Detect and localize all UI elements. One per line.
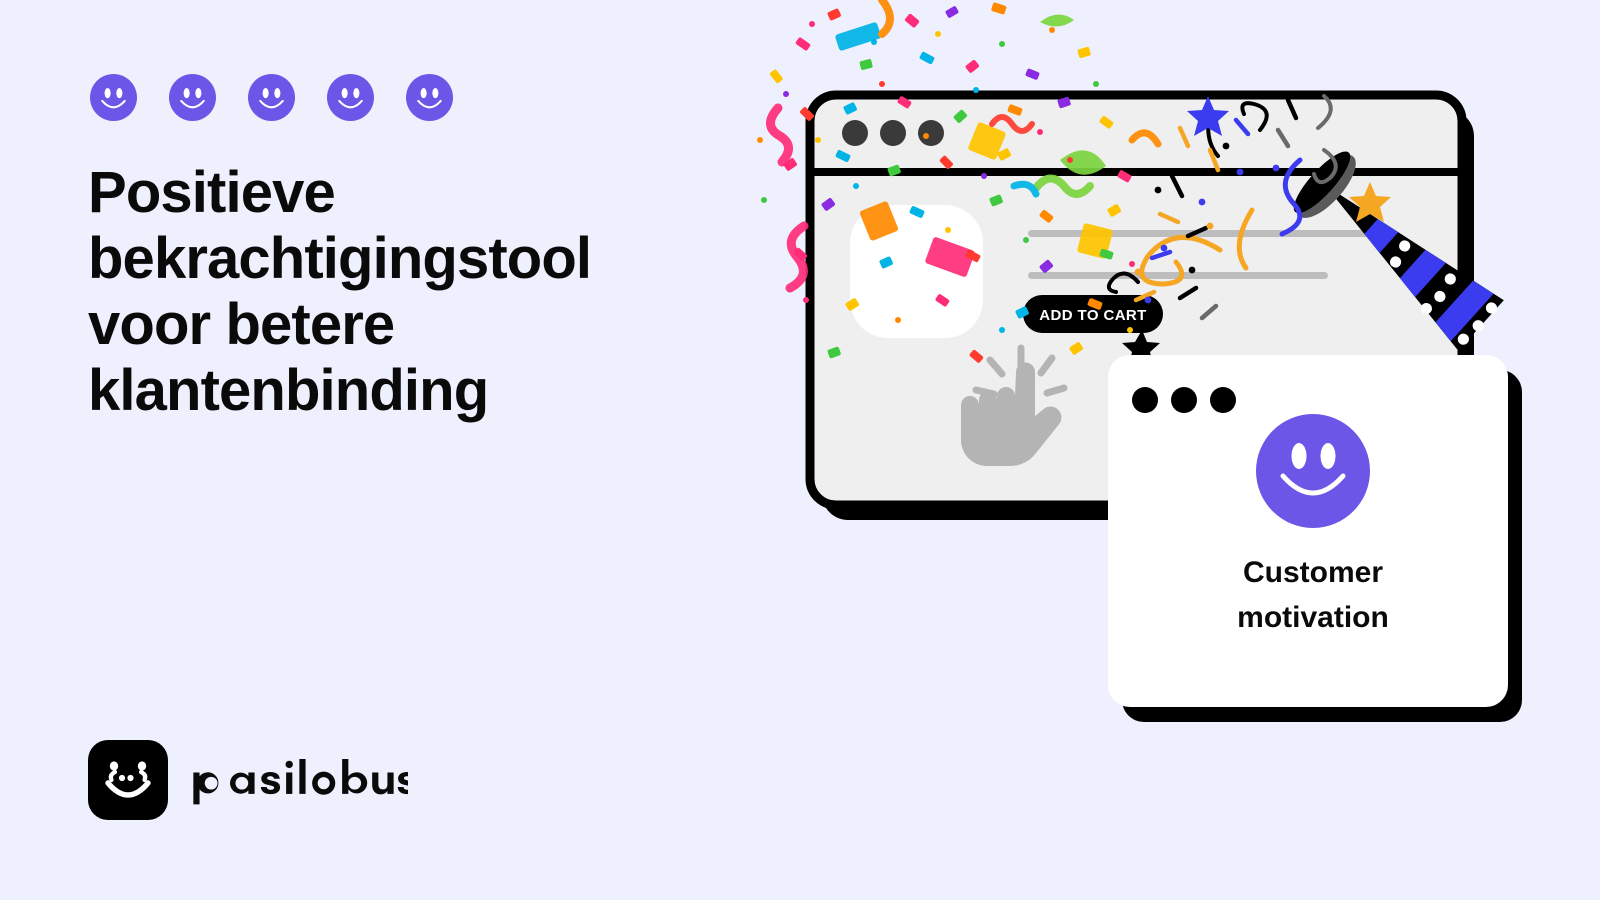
motivation-card-title-line-2: motivation [1237, 601, 1389, 634]
rating-smiley-row [90, 74, 453, 121]
hero-illustration: ADD TO CART Customer motivation [740, 0, 1600, 900]
smiley-icon [1256, 414, 1370, 528]
smiley-icon [169, 74, 216, 121]
smiling-face-logo-icon [88, 740, 168, 820]
hero-left-panel: Positieve bekrachtigingstool voor betere… [0, 0, 760, 900]
page-title: Positieve bekrachtigingstool voor betere… [88, 160, 592, 424]
brand-wordmark [193, 759, 409, 805]
motivation-card-traffic-lights[interactable] [1132, 387, 1236, 413]
traffic-light-dot[interactable] [1132, 387, 1158, 413]
browser-traffic-lights[interactable] [842, 120, 944, 146]
brand-logo [88, 740, 409, 820]
add-to-cart-label: ADD TO CART [1039, 307, 1146, 324]
illustration-canvas: ADD TO CART Customer motivation [757, 0, 1522, 722]
smiley-icon [248, 74, 295, 121]
smiley-icon [406, 74, 453, 121]
smiley-icon [327, 74, 374, 121]
traffic-light-dot[interactable] [842, 120, 868, 146]
traffic-light-dot[interactable] [918, 120, 944, 146]
traffic-light-dot[interactable] [1171, 387, 1197, 413]
traffic-light-dot[interactable] [1210, 387, 1236, 413]
smiley-icon [90, 74, 137, 121]
motivation-card-title-line-1: Customer [1243, 556, 1383, 589]
traffic-light-dot[interactable] [880, 120, 906, 146]
customer-motivation-card: Customer motivation [1108, 355, 1522, 722]
